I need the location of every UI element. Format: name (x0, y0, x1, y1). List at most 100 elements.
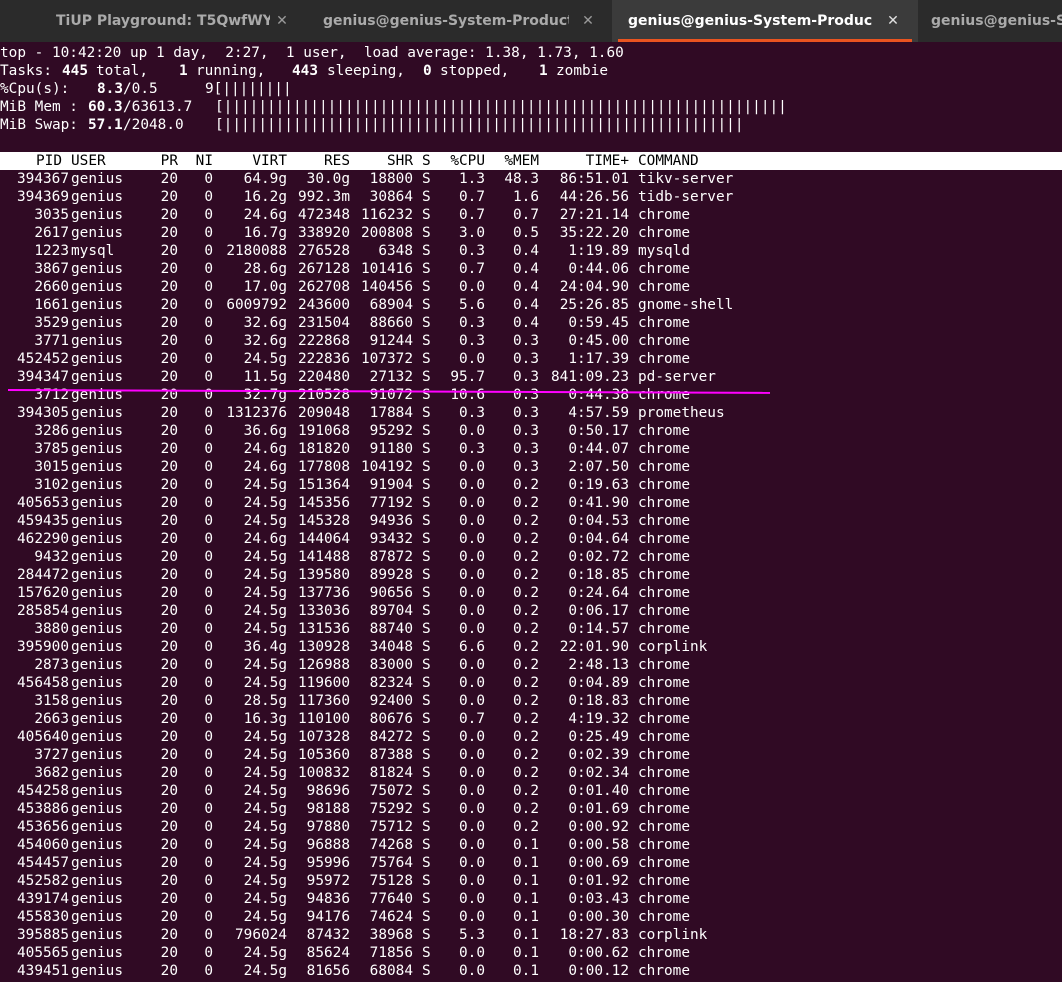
cell-state: S (422, 333, 431, 349)
cell-pid: 459435 (17, 513, 69, 529)
close-icon[interactable]: ✕ (275, 12, 289, 30)
cell-state: S (422, 837, 431, 853)
cell-pr: 20 (160, 495, 178, 511)
cell-cpu: 5.3 (459, 927, 485, 943)
cell-shr: 75764 (369, 855, 413, 871)
cell-user: genius (71, 603, 123, 619)
cell-mem: 0.3 (513, 441, 539, 457)
table-row: 453656 genius 20 0 24.5g 97880 75712 S 0.0 0.2 0:0… (0, 818, 1062, 836)
cell-state: S (422, 729, 431, 745)
cell-shr: 93432 (369, 531, 413, 547)
table-row: 405565 genius 20 0 24.5g 85624 71856 S 0.0 0.1 0:0… (0, 944, 1062, 962)
terminal-tab[interactable]: genius@genius-System-Product-... (918, 0, 1062, 42)
cell-virt: 1312376 (226, 405, 287, 421)
cell-state: S (422, 711, 431, 727)
table-row: 3158 genius 20 0 28.5g 117360 92400 S 0.0 0.2 0:18… (0, 692, 1062, 710)
cpu-value: 8.3 (97, 81, 123, 97)
cell-cpu: 0.0 (459, 675, 485, 691)
column-header-shr[interactable]: SHR (387, 152, 413, 170)
table-row: 3015 genius 20 0 24.6g 177808 104192 S 0.0 0.3 2:0… (0, 458, 1062, 476)
table-row: 394369 genius 20 0 16.2g 992.3m 30864 S 0.7 1.6 44… (0, 188, 1062, 206)
cell-time: 1:17.39 (568, 351, 629, 367)
table-row: 9432 genius 20 0 24.5g 141488 87872 S 0.0 0.2 0:02… (0, 548, 1062, 566)
cell-time: 0:41.90 (568, 495, 629, 511)
cell-pid: 405640 (17, 729, 69, 745)
cell-res: 107328 (298, 729, 350, 745)
column-header-virt[interactable]: VIRT (252, 152, 287, 170)
cell-time: 22:01.90 (559, 639, 629, 655)
cell-virt: 796024 (235, 927, 287, 943)
cell-pid: 3727 (34, 747, 69, 763)
tasks-running-label: running, (196, 63, 266, 79)
column-header-command[interactable]: COMMAND (638, 152, 699, 170)
cell-user: genius (71, 423, 123, 439)
cell-mem: 0.1 (513, 945, 539, 961)
cell-ni: 0 (204, 585, 213, 601)
cell-pid: 3785 (34, 441, 69, 457)
terminal-output[interactable]: top - 10:42:20 up 1 day, 2:27, 1 user, l… (0, 44, 1062, 982)
cell-command: chrome (638, 261, 690, 277)
cell-state: S (422, 297, 431, 313)
cell-res: 98188 (306, 801, 350, 817)
cell-pid: 2660 (34, 279, 69, 295)
close-icon[interactable]: ✕ (886, 12, 900, 30)
cell-state: S (422, 783, 431, 799)
cell-user: genius (71, 657, 123, 673)
column-header-pid[interactable]: PID (36, 152, 62, 170)
column-header-pr[interactable]: PR (161, 152, 178, 170)
cell-state: S (422, 801, 431, 817)
terminal-tab[interactable]: TiUP Playground: T5QwfWY ✕ (0, 0, 306, 42)
cell-user: genius (71, 171, 123, 187)
cell-time: 0:19.63 (568, 477, 629, 493)
table-row: 454457 genius 20 0 24.5g 95996 75764 S 0.0 0.1 0:0… (0, 854, 1062, 872)
cell-time: 0:03.43 (568, 891, 629, 907)
terminal-tab[interactable]: genius@genius-System-Product-... ✕ (612, 0, 918, 42)
column-header-ni[interactable]: NI (196, 152, 213, 170)
cell-pid: 9432 (34, 549, 69, 565)
cell-pr: 20 (160, 639, 178, 655)
cell-pid: 405565 (17, 945, 69, 961)
cell-shr: 81824 (369, 765, 413, 781)
cell-shr: 80676 (369, 711, 413, 727)
cell-pid: 157620 (17, 585, 69, 601)
cell-pr: 20 (160, 693, 178, 709)
cell-res: 85624 (306, 945, 350, 961)
column-header-mem[interactable]: %MEM (504, 152, 539, 170)
cell-command: chrome (638, 531, 690, 547)
cell-time: 0:01.69 (568, 801, 629, 817)
table-row: 394347 genius 20 0 11.5g 220480 27132 S 95.7 0.3 8… (0, 368, 1062, 386)
table-row: 3727 genius 20 0 24.5g 105360 87388 S 0.0 0.2 0:02… (0, 746, 1062, 764)
cell-state: S (422, 225, 431, 241)
tab-label: genius@genius-System-Product-... (931, 13, 1062, 29)
cell-mem: 0.2 (513, 801, 539, 817)
cell-shr: 18800 (369, 171, 413, 187)
column-header-state[interactable]: S (422, 152, 431, 170)
cell-ni: 0 (204, 729, 213, 745)
cell-virt: 17.0g (243, 279, 287, 295)
swap-label: MiB Swap: (0, 117, 78, 133)
close-icon[interactable]: ✕ (581, 12, 595, 30)
terminal-tab[interactable]: genius@genius-System-Product-... ✕ (306, 0, 612, 42)
cell-mem: 0.2 (513, 711, 539, 727)
cell-pid: 2873 (34, 657, 69, 673)
cell-pid: 394305 (17, 405, 69, 421)
column-header-cpu[interactable]: %CPU (450, 152, 485, 170)
column-header-time[interactable]: TIME+ (586, 152, 629, 170)
column-header-res[interactable]: RES (324, 152, 350, 170)
cell-state: S (422, 567, 431, 583)
cell-ni: 0 (204, 351, 213, 367)
column-header-user[interactable]: USER (71, 152, 106, 170)
cell-pr: 20 (160, 315, 178, 331)
tab-bar: TiUP Playground: T5QwfWY ✕ genius@genius-S… (0, 0, 1062, 42)
cell-virt: 24.5g (243, 765, 287, 781)
cell-pr: 20 (160, 567, 178, 583)
active-tab-indicator (618, 39, 912, 42)
cell-res: 177808 (298, 459, 350, 475)
cell-cpu: 0.0 (459, 477, 485, 493)
cell-state: S (422, 603, 431, 619)
cell-res: 231504 (298, 315, 350, 331)
cell-cpu: 0.0 (459, 531, 485, 547)
tasks-zombie-label: zombie (556, 63, 608, 79)
cell-res: 81656 (306, 963, 350, 979)
cell-user: genius (71, 549, 123, 565)
